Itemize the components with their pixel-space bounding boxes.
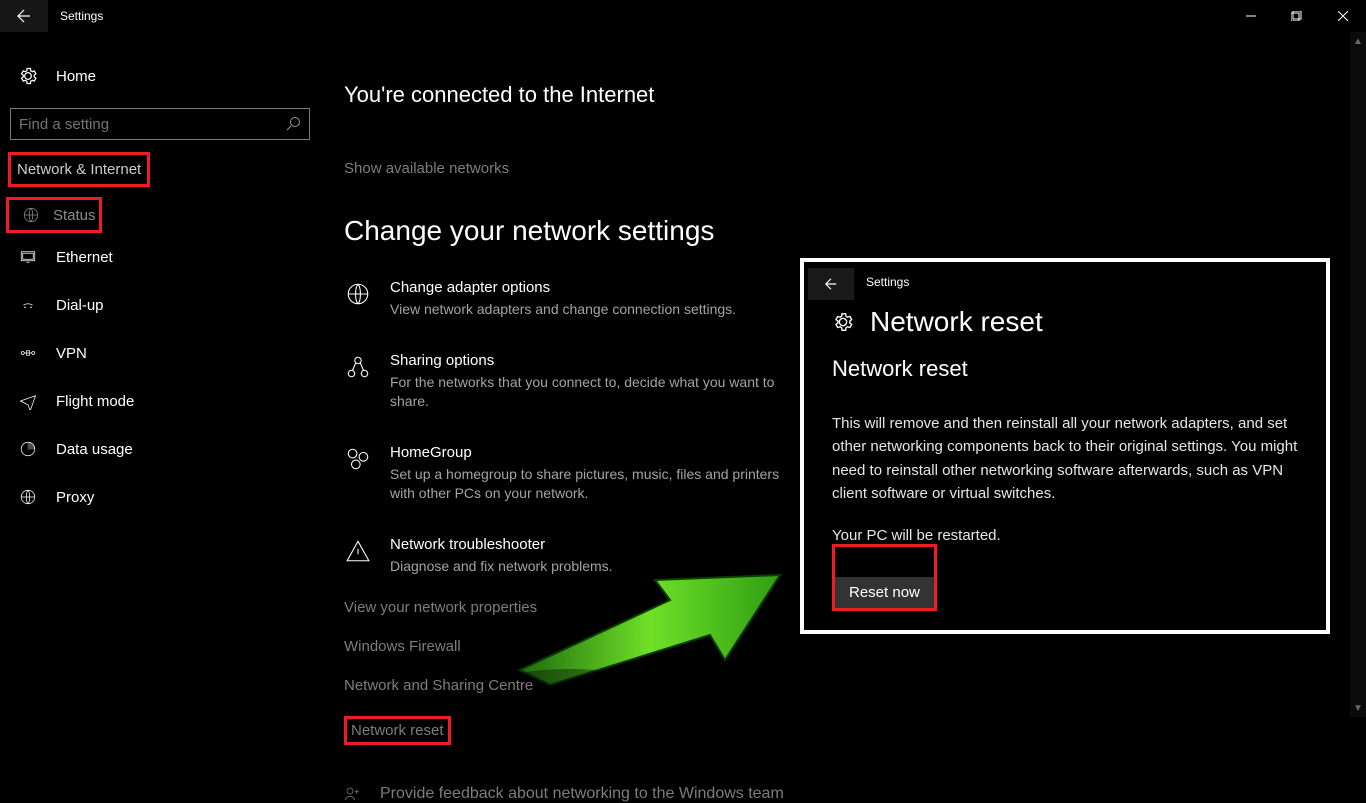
sidebar-item-vpn[interactable]: VPN: [0, 329, 320, 377]
link-firewall[interactable]: Windows Firewall: [344, 638, 1366, 655]
vertical-scrollbar[interactable]: ▲ ▼: [1350, 32, 1366, 717]
scroll-down-button[interactable]: ▼: [1350, 699, 1366, 717]
overlay-back-button[interactable]: [808, 268, 854, 300]
titlebar: Settings: [0, 0, 1366, 32]
proxy-icon: [18, 487, 38, 507]
airplane-icon: [18, 391, 38, 411]
sidebar-item-label: Data usage: [56, 441, 133, 458]
sidebar-item-datausage[interactable]: Data usage: [0, 425, 320, 473]
scroll-track[interactable]: [1350, 50, 1366, 699]
gear-icon: [832, 311, 854, 333]
back-button[interactable]: [0, 0, 48, 32]
back-arrow-icon: [824, 277, 838, 291]
reset-now-button[interactable]: Reset now: [835, 577, 934, 608]
sidebar-home-label: Home: [56, 68, 96, 85]
overlay-window-title: Settings: [854, 275, 909, 289]
sidebar-item-proxy[interactable]: Proxy: [0, 473, 320, 521]
dialup-icon: [18, 295, 38, 315]
minimize-button[interactable]: [1228, 0, 1274, 32]
setting-row-sub: For the networks that you connect to, de…: [390, 373, 790, 412]
overlay-window: Settings Network reset Network reset Thi…: [800, 258, 1330, 634]
sidebar-item-dialup[interactable]: Dial-up: [0, 281, 320, 329]
sidebar-item-label: Dial-up: [56, 297, 104, 314]
change-settings-heading: Change your network settings: [344, 215, 1366, 247]
sidebar-section-title: Network & Internet: [8, 152, 150, 187]
search-input[interactable]: [19, 116, 285, 133]
gear-icon: [18, 66, 38, 86]
overlay-heading: Network reset: [870, 306, 1043, 338]
globe-icon: [344, 279, 372, 320]
sharing-icon: [344, 352, 372, 412]
sidebar-item-label: Proxy: [56, 489, 94, 506]
overlay-titlebar: Settings: [804, 262, 1326, 302]
status-icon: [21, 205, 41, 225]
feedback-label: Provide feedback about networking to the…: [380, 785, 784, 803]
overlay-description: This will remove and then reinstall all …: [832, 412, 1298, 505]
setting-row-sub: View network adapters and change connect…: [390, 300, 736, 320]
close-button[interactable]: [1320, 0, 1366, 32]
status-heading: You're connected to the Internet: [344, 82, 1366, 108]
overlay-subheading: Network reset: [832, 356, 1298, 382]
sidebar-home[interactable]: Home: [0, 52, 320, 100]
feedback-row[interactable]: Provide feedback about networking to the…: [344, 785, 1366, 803]
maximize-button[interactable]: [1274, 0, 1320, 32]
feedback-icon: [344, 785, 362, 803]
sidebar-item-status[interactable]: Status: [6, 197, 102, 233]
setting-row-title: HomeGroup: [390, 444, 790, 461]
search-input-wrap[interactable]: [10, 108, 310, 140]
overlay-restart-note: Your PC will be restarted.: [832, 527, 1298, 544]
window-controls: [1228, 0, 1366, 32]
sidebar-item-label: VPN: [56, 345, 87, 362]
setting-row-sub: Diagnose and fix network problems.: [390, 557, 613, 577]
setting-row-title: Sharing options: [390, 352, 790, 369]
setting-row-title: Change adapter options: [390, 279, 736, 296]
link-network-reset[interactable]: Network reset: [344, 716, 451, 745]
setting-row-sub: Set up a homegroup to share pictures, mu…: [390, 465, 790, 504]
scroll-up-button[interactable]: ▲: [1350, 32, 1366, 50]
warning-icon: [344, 536, 372, 577]
back-arrow-icon: [16, 8, 32, 24]
datausage-icon: [18, 439, 38, 459]
sidebar-item-label: Flight mode: [56, 393, 134, 410]
ethernet-icon: [18, 247, 38, 267]
sidebar-item-label: Ethernet: [56, 249, 113, 266]
homegroup-icon: [344, 444, 372, 504]
window-title: Settings: [48, 9, 103, 23]
sidebar: Home Network & Internet Status Ethernet …: [0, 32, 320, 717]
link-sharing-centre[interactable]: Network and Sharing Centre: [344, 677, 1366, 694]
sidebar-item-ethernet[interactable]: Ethernet: [0, 233, 320, 281]
vpn-icon: [18, 343, 38, 363]
sidebar-item-label: Status: [53, 207, 96, 224]
sidebar-item-flightmode[interactable]: Flight mode: [0, 377, 320, 425]
setting-row-title: Network troubleshooter: [390, 536, 613, 553]
search-icon: [285, 116, 301, 132]
show-networks-link[interactable]: Show available networks: [344, 160, 1366, 177]
